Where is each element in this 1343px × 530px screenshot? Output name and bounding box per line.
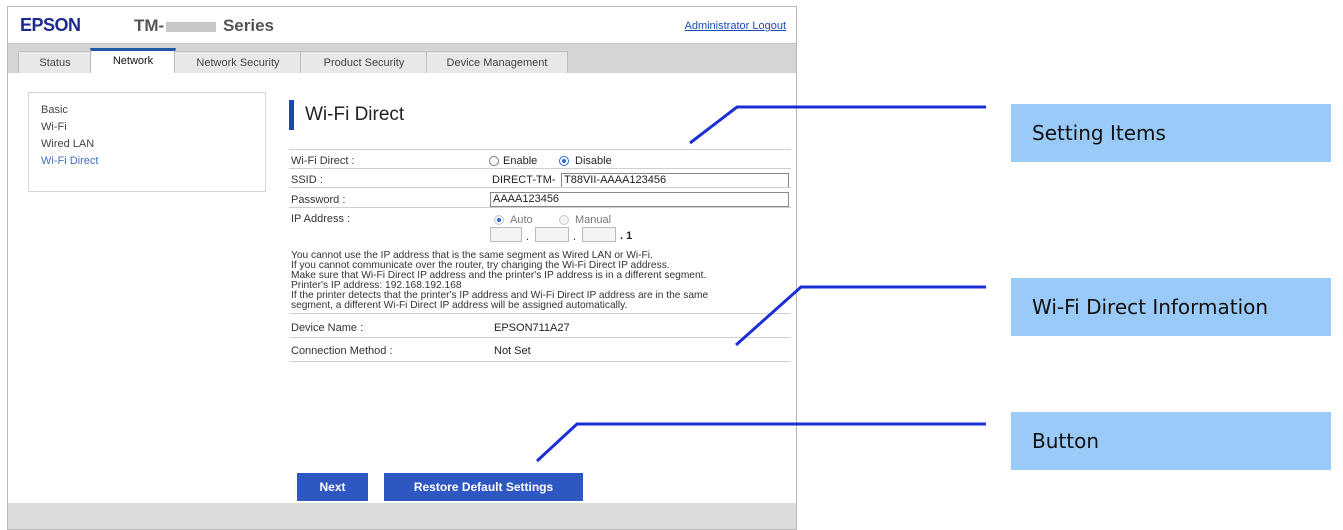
callout-setting-items: Setting Items (1011, 104, 1331, 162)
callout-wifi-direct-information: Wi-Fi Direct Information (1011, 278, 1331, 336)
callout-button: Button (1011, 412, 1331, 470)
wifi-direct-info-leader-line (735, 285, 986, 347)
setting-items-leader-line (689, 105, 986, 145)
button-leader-line (535, 422, 986, 463)
